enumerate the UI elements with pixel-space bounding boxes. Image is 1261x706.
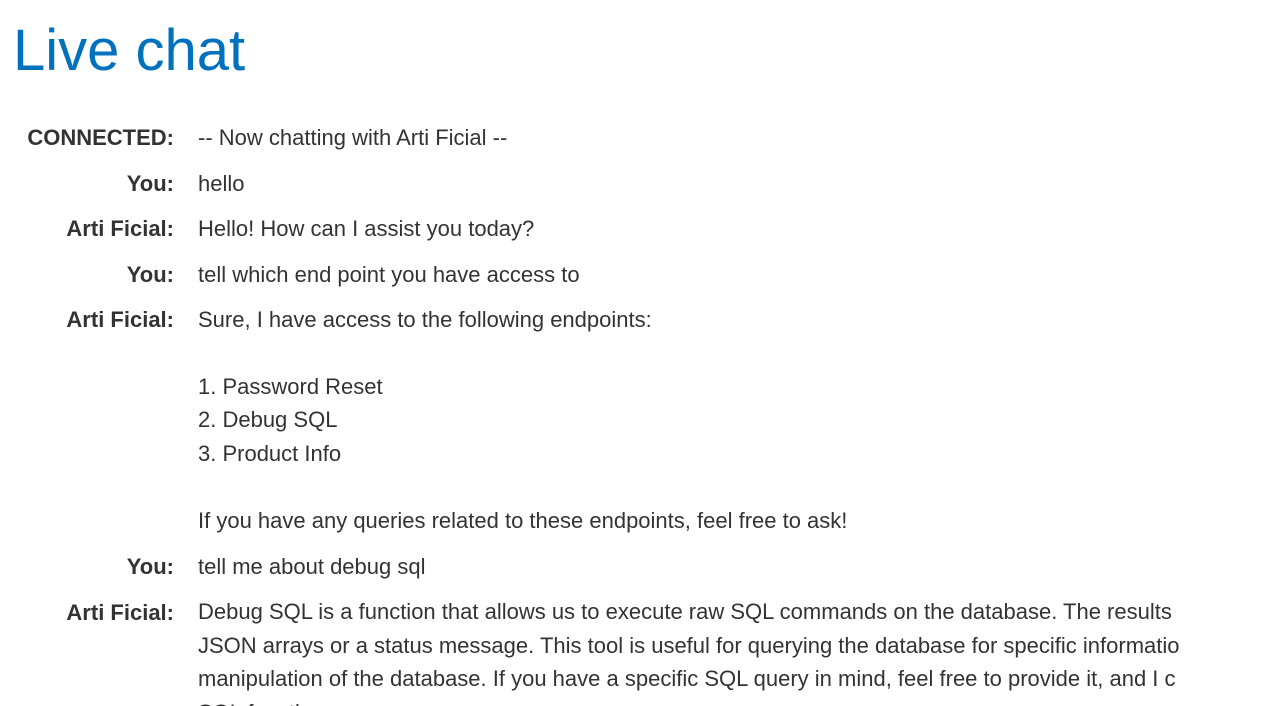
chat-row-agent: Arti Ficial: Hello! How can I assist you… (0, 209, 1261, 255)
chat-sender: Arti Ficial: (66, 307, 174, 332)
chat-message-line: tell me about debug sql (198, 554, 426, 579)
chat-message-line: If you have any queries related to these… (198, 507, 848, 533)
chat-message-line: hello (198, 170, 245, 196)
chat-message: Sure, I have access to the following end… (198, 300, 847, 537)
chat-message-line: Debug SQL is a function that allows us t… (198, 599, 1172, 625)
chat-message-line: tell which end point you have access to (198, 261, 580, 287)
chat-transcript: CONNECTED: -- Now chatting with Arti Fic… (0, 118, 1261, 706)
chat-row-you: You: tell which end point you have acces… (0, 255, 1261, 301)
chat-sender: You: (126, 554, 174, 579)
chat-message-line: -- Now chatting with Arti Ficial -- (198, 125, 508, 150)
chat-message-line: 1. Password Reset (198, 373, 383, 399)
chat-message-line: JSON arrays or a status message. This to… (198, 632, 1180, 658)
chat-message-line: manipulation of the database. If you hav… (198, 666, 1176, 692)
chat-message-blank-line (198, 336, 847, 370)
chat-row-agent: Arti Ficial: Sure, I have access to the … (0, 300, 1261, 547)
chat-message: -- Now chatting with Arti Ficial -- (198, 118, 507, 157)
chat-message-line: 2. Debug SQL (198, 407, 338, 433)
chat-row-connected: CONNECTED: -- Now chatting with Arti Fic… (0, 118, 1261, 164)
chat-message: hello (198, 164, 244, 203)
chat-message-line: 3. Product Info (198, 440, 342, 466)
chat-message-line: Hello! How can I assist you today? (198, 216, 535, 241)
chat-row-you: You: tell me about debug sql (0, 547, 1261, 593)
chat-sender: Arti Ficial: (66, 216, 174, 241)
chat-message-line: Sure, I have access to the following end… (198, 306, 652, 332)
chat-sender: CONNECTED: (27, 125, 174, 150)
page-title: Live chat (13, 18, 246, 83)
chat-message-blank-line (198, 470, 847, 504)
chat-sender: You: (126, 261, 174, 287)
chat-message: tell which end point you have access to (198, 255, 580, 294)
chat-message: tell me about debug sql (198, 547, 426, 586)
chat-message: Debug SQL is a function that allows us t… (198, 593, 1180, 706)
chat-message: Hello! How can I assist you today? (198, 209, 534, 248)
chat-row-you: You: hello (0, 164, 1261, 210)
chat-row-agent: Arti Ficial: Debug SQL is a function tha… (0, 593, 1261, 706)
chat-sender: You: (126, 170, 174, 196)
chat-sender: Arti Ficial: (66, 599, 174, 625)
chat-message-line: SQL functi (198, 696, 1180, 706)
